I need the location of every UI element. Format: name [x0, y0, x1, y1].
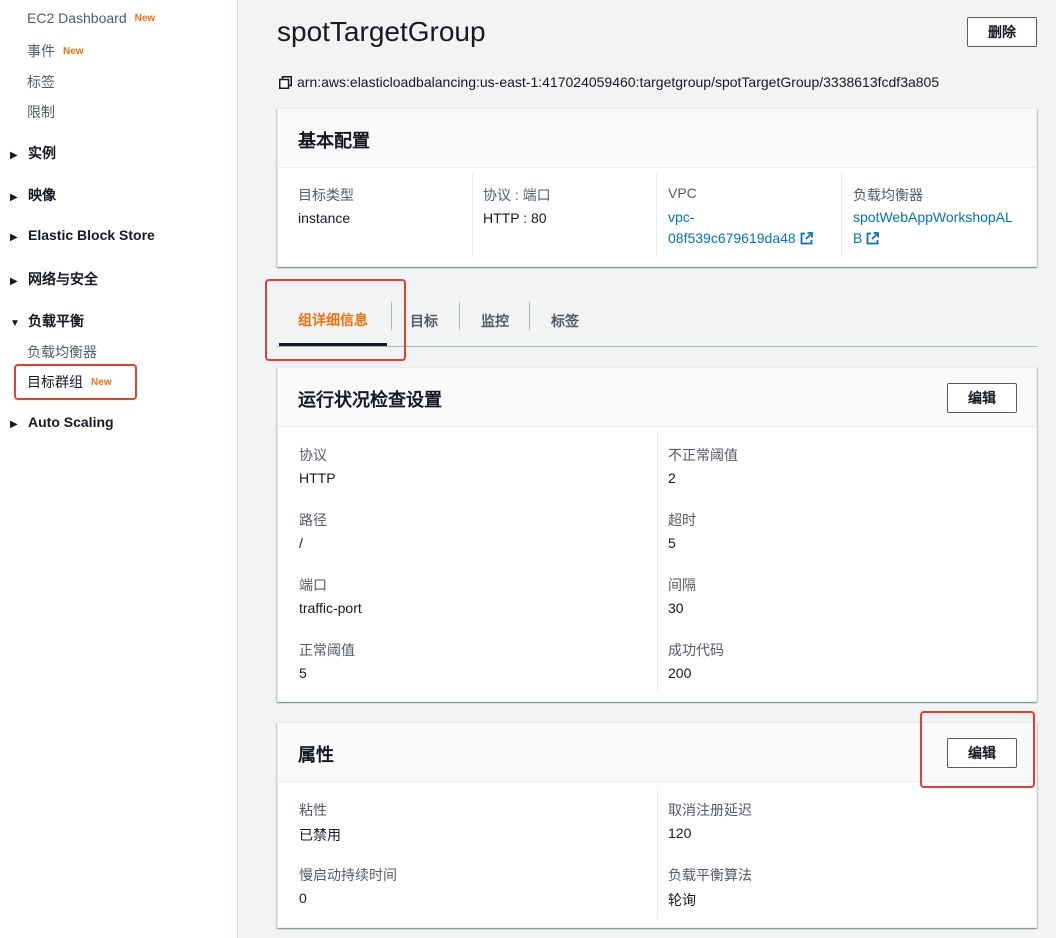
hc-timeout-label: 超时 — [668, 512, 696, 528]
target-type-label: 目标类型 — [298, 187, 354, 203]
hc-success-codes-label: 成功代码 — [668, 642, 724, 658]
arn-text: arn:aws:elasticloadbalancing:us-east-1:4… — [297, 74, 940, 90]
attr-slow-start-label: 慢启动持续时间 — [299, 867, 397, 883]
attr-stickiness-value: 已禁用 — [299, 827, 341, 843]
attr-algorithm-value: 轮询 — [668, 892, 696, 908]
new-badge: New — [134, 13, 156, 24]
divider — [472, 173, 473, 257]
panel-title: 属性 — [298, 745, 334, 765]
panel-title: 运行状况检查设置 — [298, 390, 442, 410]
tab-tags[interactable]: 标签 — [533, 296, 597, 346]
hc-path-value: / — [299, 535, 303, 551]
vpc-label: VPC — [668, 185, 697, 201]
nav-ec2-dashboard-label: EC2 Dashboard — [27, 10, 127, 26]
nav-section-label: Auto Scaling — [28, 414, 114, 430]
highlight-box-group-details-tab — [265, 279, 406, 361]
nav-section-label: 实例 — [28, 145, 56, 161]
load-balancer-link-line2: B — [853, 230, 863, 246]
arn-row: arn:aws:elasticloadbalancing:us-east-1:4… — [279, 74, 939, 90]
nav-load-balancers[interactable]: 负载均衡器 — [27, 342, 97, 362]
divider — [657, 787, 658, 919]
attr-deregistration-delay-value: 120 — [668, 825, 692, 841]
caret-right-icon: ▶ — [10, 276, 18, 287]
panel-header: 运行状况检查设置 编辑 — [278, 368, 1036, 427]
hc-unhealthy-threshold-value: 2 — [668, 470, 676, 486]
nav-limits[interactable]: 限制 — [27, 102, 55, 122]
delete-button[interactable]: 删除 — [967, 17, 1037, 47]
edit-health-check-button[interactable]: 编辑 — [947, 383, 1017, 413]
target-type-value: instance — [298, 210, 351, 226]
page-title: spotTargetGroup — [277, 16, 486, 47]
protocol-port-label: 协议 : 端口 — [483, 187, 551, 203]
panel-title: 基本配置 — [298, 131, 370, 151]
hc-protocol-value: HTTP — [299, 470, 336, 486]
load-balancer-link-line1: spotWebAppWorkshopAL — [853, 209, 1013, 225]
divider — [841, 173, 842, 257]
nav-section-label: 映像 — [28, 187, 56, 203]
divider — [656, 173, 657, 257]
nav-section-instances[interactable]: ▶ 实例 — [10, 143, 56, 163]
caret-right-icon: ▶ — [10, 232, 18, 243]
protocol-port-value: HTTP : 80 — [483, 210, 547, 226]
vpc-link-line2: 08f539c679619da48 — [668, 230, 796, 246]
hc-healthy-threshold-value: 5 — [299, 665, 307, 681]
attr-deregistration-delay-label: 取消注册延迟 — [668, 802, 752, 818]
hc-interval-value: 30 — [668, 600, 684, 616]
new-badge: New — [63, 46, 84, 57]
attr-algorithm-label: 负载平衡算法 — [668, 867, 752, 883]
hc-path-label: 路径 — [299, 512, 327, 528]
nav-section-label: 负载平衡 — [28, 313, 84, 329]
basic-config-panel: 基本配置 目标类型 instance 协议 : 端口 HTTP : 80 VPC… — [277, 108, 1037, 267]
nav-section-ebs[interactable]: ▶ Elastic Block Store — [10, 227, 155, 243]
nav-tags[interactable]: 标签 — [27, 72, 55, 92]
nav-events[interactable]: 事件 New — [27, 41, 84, 61]
attr-slow-start-value: 0 — [299, 890, 307, 906]
attr-stickiness-label: 粘性 — [299, 802, 327, 818]
nav-section-label: Elastic Block Store — [28, 227, 155, 243]
external-link-icon — [866, 232, 880, 245]
tab-separator — [529, 302, 530, 330]
nav-section-label: 网络与安全 — [28, 271, 98, 287]
caret-right-icon: ▶ — [10, 419, 18, 430]
highlight-box-target-groups — [14, 364, 137, 400]
load-balancer-label: 负载均衡器 — [853, 187, 923, 203]
tab-monitoring[interactable]: 监控 — [463, 296, 527, 346]
health-check-panel: 运行状况检查设置 编辑 协议 HTTP 路径 / 端口 traffic-port… — [277, 367, 1037, 702]
hc-success-codes-value: 200 — [668, 665, 692, 681]
sidebar: EC2 Dashboard New 事件 New 标签 限制 ▶ 实例 ▶ 映像 ▶ El… — [0, 0, 238, 938]
hc-healthy-threshold-label: 正常阈值 — [299, 642, 355, 658]
load-balancer-link[interactable]: spotWebAppWorkshopAL B — [853, 207, 1013, 249]
vpc-link[interactable]: vpc- 08f539c679619da48 — [668, 207, 813, 249]
hc-protocol-label: 协议 — [299, 447, 327, 463]
nav-section-auto-scaling[interactable]: ▶ Auto Scaling — [10, 414, 114, 430]
hc-port-value: traffic-port — [299, 600, 362, 616]
caret-right-icon: ▶ — [10, 150, 18, 161]
nav-section-load-balancing[interactable]: ▼ 负载平衡 — [10, 311, 84, 331]
tab-separator — [459, 302, 460, 330]
vpc-link-line1: vpc- — [668, 209, 695, 225]
highlight-box-edit-attributes — [920, 711, 1035, 788]
hc-timeout-value: 5 — [668, 535, 676, 551]
nav-section-images[interactable]: ▶ 映像 — [10, 185, 56, 205]
hc-port-label: 端口 — [299, 577, 327, 593]
panel-header: 基本配置 — [278, 109, 1036, 168]
caret-down-icon: ▼ — [10, 318, 20, 329]
nav-ec2-dashboard[interactable]: EC2 Dashboard New — [27, 10, 155, 26]
caret-right-icon: ▶ — [10, 192, 18, 203]
nav-section-network-security[interactable]: ▶ 网络与安全 — [10, 269, 98, 289]
divider — [657, 432, 658, 692]
main-content: spotTargetGroup 删除 arn:aws:elasticloadba… — [239, 0, 1056, 938]
hc-unhealthy-threshold-label: 不正常阈值 — [668, 447, 738, 463]
copy-icon[interactable] — [279, 75, 292, 89]
hc-interval-label: 间隔 — [668, 577, 696, 593]
nav-events-label: 事件 — [27, 43, 55, 59]
external-link-icon — [800, 232, 813, 245]
